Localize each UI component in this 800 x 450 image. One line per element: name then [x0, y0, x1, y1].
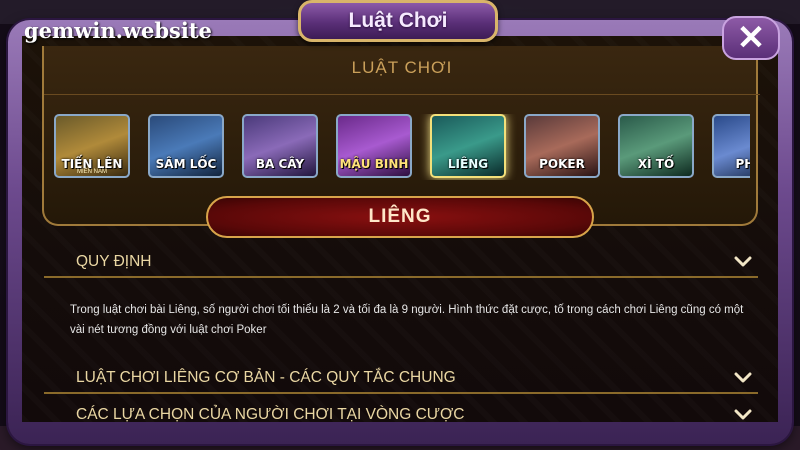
accordion-quy-dinh[interactable]: QUY ĐỊNH [44, 248, 758, 278]
game-tile-tien-len[interactable]: TIẾN LÊN MIỀN NAM [54, 114, 130, 178]
game-selector-title: LUẬT CHƠI [351, 58, 453, 77]
game-tile-sam-loc[interactable]: SÂM LỐC [148, 114, 224, 178]
close-icon: ✕ [736, 19, 766, 57]
accordion-luat-choi-co-ban[interactable]: LUẬT CHƠI LIÊNG CƠ BẢN - CÁC QUY TẮC CHU… [44, 364, 758, 394]
accordion-label: LUẬT CHƠI LIÊNG CƠ BẢN - CÁC QUY TẮC CHU… [76, 369, 456, 386]
chevron-down-icon [732, 407, 754, 422]
game-tile-poker[interactable]: POKER [524, 114, 600, 178]
accordion-label: CÁC LỰA CHỌN CỦA NGƯỜI CHƠI TẠI VÒNG CƯỢ… [76, 406, 465, 422]
game-tile-xi-to[interactable]: XÌ TỐ [618, 114, 694, 178]
dialog-content: LUẬT CHƠI TIẾN LÊN MIỀN NAM SÂM LỐC BA C… [22, 36, 778, 422]
section-description: Trong luật chơi bài Liêng, số người chơi… [70, 304, 744, 336]
accordion-lua-chon-vong-cuoc[interactable]: CÁC LỰA CHỌN CỦA NGƯỜI CHƠI TẠI VÒNG CƯỢ… [44, 400, 758, 422]
accordion-label: QUY ĐỊNH [76, 253, 152, 270]
chevron-down-icon [732, 370, 754, 386]
chevron-down-icon [732, 254, 754, 270]
game-tile-label: PHỎ [735, 157, 750, 171]
game-tile-mau-binh[interactable]: MẬU BINH [336, 114, 412, 178]
game-tile-partial[interactable]: PHỎ [712, 114, 750, 178]
dialog-title-tab: Luật Chơi [298, 0, 498, 42]
game-tile-label: BA CÂY [255, 157, 305, 171]
selected-game-banner: LIÊNG [206, 196, 594, 238]
site-watermark: gemwin.website [24, 18, 212, 43]
game-tile-label: XÌ TỐ [637, 157, 675, 171]
game-tile-sublabel: MIỀN NAM [77, 169, 107, 175]
game-tile-label: SÂM LỐC [155, 157, 217, 171]
game-tile-label: MẬU BINH [339, 157, 409, 171]
game-tile-label: POKER [539, 157, 585, 171]
game-tiles-row: TIẾN LÊN MIỀN NAM SÂM LỐC BA CÂY MẬU BIN… [54, 114, 750, 180]
game-tile-ba-cay[interactable]: BA CÂY [242, 114, 318, 178]
game-tile-label: LIÊNG [447, 157, 489, 171]
game-tile-lieng[interactable]: LIÊNG [430, 114, 506, 178]
dialog-title: Luật Chơi [348, 9, 448, 32]
divider [44, 94, 760, 95]
close-button[interactable]: ✕ [722, 16, 780, 60]
